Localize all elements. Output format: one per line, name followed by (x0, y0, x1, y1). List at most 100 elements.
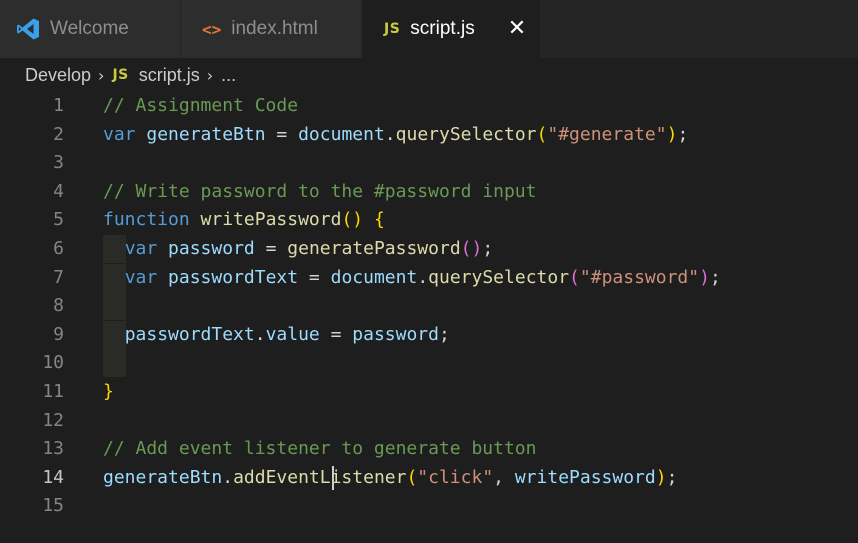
code-text: var passwordText = document.querySelecto… (103, 264, 721, 292)
code-token: () (460, 238, 483, 259)
line-number: 13 (42, 438, 64, 460)
code-line[interactable]: 9 passwordText.value = password; (0, 320, 858, 349)
line-number: 8 (53, 295, 64, 317)
tab-label: index.html (231, 18, 318, 39)
tab-index-html[interactable]: <> index.html (181, 0, 362, 58)
line-number: 11 (42, 381, 64, 402)
close-icon[interactable]: ✕ (508, 18, 526, 40)
code-text: function writePassword() { (103, 206, 385, 234)
line-number: 3 (53, 152, 64, 174)
code-token: value (265, 323, 320, 345)
code-token: ) (655, 466, 667, 488)
code-token: = (254, 238, 288, 259)
code-token: = (319, 323, 353, 345)
tab-label: script.js (410, 18, 475, 39)
code-line[interactable]: 4 // Write password to the #password inpu… (0, 178, 858, 206)
code-text: passwordText.value = password; (103, 321, 450, 349)
tab-script-js[interactable]: JS script.js ✕ (362, 0, 541, 58)
code-token: "click" (417, 466, 494, 488)
code-token: ( (536, 123, 548, 145)
code-token: ; (666, 466, 678, 488)
code-token: var (103, 123, 136, 145)
code-line[interactable]: 13 // Add event listener to generate butt… (0, 435, 858, 463)
code-line[interactable]: 10 (0, 349, 858, 378)
code-token: () (341, 209, 364, 231)
code-token: var (124, 266, 158, 288)
code-token: } (103, 381, 114, 402)
code-token: writePassword (200, 209, 342, 231)
breadcrumb-file[interactable]: script.js (139, 65, 200, 86)
code-token: generateBtn (103, 466, 223, 488)
code-token: . (254, 323, 266, 345)
line-number: 12 (42, 409, 64, 431)
code-token: = (265, 123, 299, 145)
code-line[interactable]: 11} (0, 378, 858, 406)
code-line[interactable]: 3 (0, 149, 858, 177)
code-line[interactable]: 8 (0, 292, 858, 321)
code-token: "#generate" (547, 123, 667, 145)
code-token: ( (569, 266, 580, 288)
code-text: } (103, 378, 114, 406)
text-cursor (332, 465, 334, 490)
code-token: writePassword (514, 466, 656, 488)
code-token: // Add event listener to generate button (103, 438, 537, 460)
code-text: generateBtn.addEventListener("click", wr… (103, 464, 677, 492)
code-token: { (373, 209, 385, 231)
code-line[interactable]: 6 var password = generatePassword(); (0, 235, 858, 263)
chevron-right-icon: › (206, 65, 214, 85)
code-line[interactable]: 12 (0, 407, 858, 435)
line-number: 4 (53, 180, 64, 202)
code-token: addEventListener (233, 466, 407, 488)
code-token: querySelector (428, 266, 570, 288)
code-token: password (352, 323, 439, 345)
line-number: 6 (53, 238, 64, 259)
code-token: passwordText (124, 323, 255, 345)
line-number: 15 (42, 495, 64, 517)
code-line[interactable]: 2 var generateBtn = document.querySelecto… (0, 121, 858, 149)
code-line[interactable]: 15 (0, 492, 858, 520)
code-token: ; (677, 123, 689, 145)
tab-bar: Welcome <> index.html JS script.js ✕ (0, 0, 858, 58)
code-token: ) (666, 123, 678, 145)
tab-welcome[interactable]: Welcome (0, 0, 181, 58)
line-number: 2 (53, 123, 64, 145)
code-text: var password = generatePassword(); (103, 235, 494, 263)
code-token: . (222, 466, 234, 488)
code-token: generateBtn (146, 123, 266, 145)
code-text: // Assignment Code (103, 92, 298, 120)
breadcrumb-folder[interactable]: Develop (25, 65, 91, 86)
code-token: var (124, 238, 158, 259)
breadcrumb: Develop › JS script.js › ... (0, 58, 858, 92)
line-number: 9 (53, 323, 64, 345)
code-token: . (384, 123, 396, 145)
code-token: . (417, 266, 429, 288)
code-line[interactable]: 1 // Assignment Code (0, 92, 858, 120)
code-line[interactable]: 14 generateBtn.addEventListener("click", … (0, 464, 858, 492)
code-token: passwordText (168, 266, 299, 288)
chevron-right-icon: › (98, 65, 105, 85)
vscode-logo-icon (16, 17, 40, 41)
code-token: ; (482, 238, 494, 259)
line-number: 10 (42, 352, 64, 374)
code-token: // Assignment Code (103, 95, 299, 116)
code-text: var generateBtn = document.querySelector… (103, 121, 688, 149)
breadcrumb-more[interactable]: ... (221, 65, 236, 86)
code-line[interactable]: 7 var passwordText = document.querySelec… (0, 263, 858, 292)
code-token: , (493, 466, 515, 488)
code-text: // Write password to the #password input (103, 178, 536, 206)
code-token: = (298, 266, 331, 288)
code-token: document (330, 266, 418, 288)
code-token: ( (406, 466, 418, 488)
code-line[interactable]: 5 function writePassword() { (0, 206, 858, 234)
code-token: "#password" (579, 266, 700, 288)
tab-label: Welcome (50, 18, 129, 39)
code-editor[interactable]: 1 // Assignment Code 2 var generateBtn = do… (0, 92, 858, 543)
